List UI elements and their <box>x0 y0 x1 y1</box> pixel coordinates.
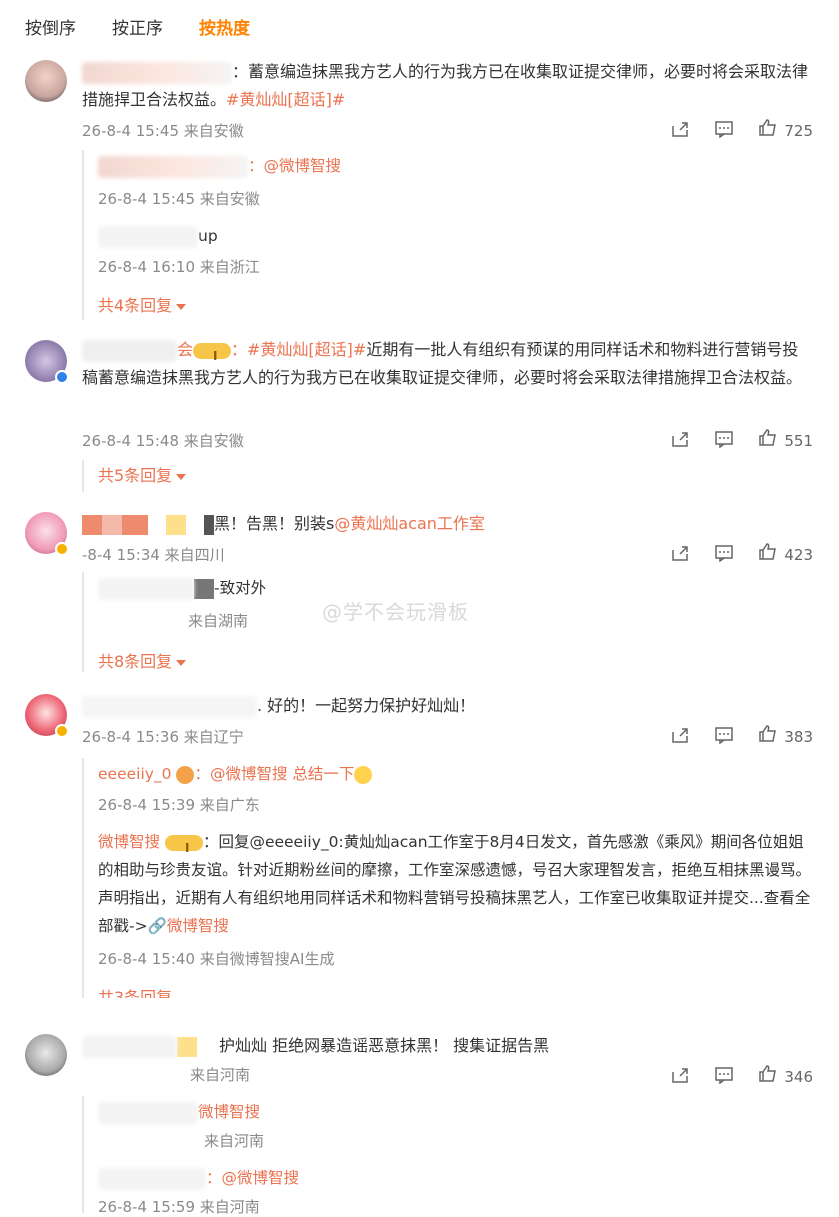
verified-badge-icon <box>55 724 69 738</box>
avatar[interactable] <box>25 60 67 102</box>
reply-meta: 26-8-4 15:59 来自河南 <box>98 1198 260 1216</box>
chevron-down-icon <box>176 303 187 310</box>
watermark: @学不会玩滑板 <box>322 600 469 624</box>
reply-item: up <box>98 222 813 250</box>
more-replies-link[interactable]: 共5条回复 <box>98 462 187 486</box>
comment-item: 会：#黄灿灿[超话]#近期有一批人有组织有预谋的用同样话术和物料进行营销号投稿蓄… <box>0 336 839 496</box>
share-icon[interactable] <box>670 430 690 448</box>
like-button[interactable]: 551 <box>758 428 813 450</box>
blurred-username[interactable] <box>82 61 232 84</box>
comment-icon[interactable] <box>714 430 734 449</box>
reply-meta: 26-8-4 16:10 来自浙江 <box>98 258 260 276</box>
like-button[interactable]: 346 <box>758 1064 813 1086</box>
thumbs-up-icon <box>758 724 778 742</box>
like-count: 346 <box>784 1068 813 1086</box>
blurred-username[interactable] <box>98 1101 198 1124</box>
share-icon[interactable] <box>670 544 690 562</box>
sort-tabs: 按倒序 按正序 按热度 <box>25 14 250 39</box>
tab-hot[interactable]: 按热度 <box>199 14 250 39</box>
like-count: 423 <box>784 546 813 564</box>
chevron-down-icon <box>176 659 187 666</box>
tab-forward-order[interactable]: 按正序 <box>112 14 163 39</box>
more-replies-link[interactable]: 共4条回复 <box>98 292 187 316</box>
comment-item: . 好的！一起努力保护好灿灿！ 26-8-4 15:36 来自辽宁 383 ee… <box>0 690 839 1010</box>
reply-box: 共5条回复 <box>82 460 813 492</box>
comment-item: 护灿灿 拒绝网暴造谣恶意抹黑！ 搜集证据告黑 来自河南 346 微博智搜 来自河… <box>0 1032 839 1216</box>
avatar[interactable] <box>25 1034 67 1076</box>
share-icon[interactable] <box>670 726 690 744</box>
comment-meta: 26-8-4 15:48 来自安徽 <box>82 432 244 450</box>
reply-box: eeeeiiy_0 ：@微博智搜 总结一下 26-8-4 15:39 来自广东 … <box>82 758 813 998</box>
thumbs-up-icon <box>758 542 778 560</box>
reply-meta: 26-8-4 15:40 来自微博智搜AI生成 <box>98 950 335 968</box>
comment-meta: 26-8-4 15:45 来自安徽 <box>82 122 244 140</box>
thumbs-up-icon <box>758 1064 778 1082</box>
reply-item: eeeeiiy_0 ：@微博智搜 总结一下 <box>98 760 813 788</box>
topic-tag[interactable]: #黄灿灿[超话]# <box>226 90 345 109</box>
comment-item: 黑！告黑！别装s@黄灿灿acan工作室 -8-4 15:34 来自四川 423 … <box>0 508 839 678</box>
comment-text: ：蓄意编造抹黑我方艺人的行为我方已在收集取证提交律师，必要时将会采取法律措施捍卫… <box>82 61 809 109</box>
blurred-username[interactable] <box>98 577 194 600</box>
blurred-username[interactable] <box>98 155 248 178</box>
blurred-username[interactable] <box>82 695 257 718</box>
reply-meta: 26-8-4 15:45 来自安徽 <box>98 190 260 208</box>
topic-tag[interactable]: ：#黄灿灿[超话]# <box>231 340 366 359</box>
comment-text: 黑！告黑！别装s@黄灿灿acan工作室 <box>82 510 813 538</box>
like-button[interactable]: 423 <box>758 542 813 564</box>
reply-box: 微博智搜 来自河南 ：@微博智搜 26-8-4 15:59 来自河南 <box>82 1096 813 1216</box>
smile-emoji-icon <box>354 765 373 784</box>
reply-meta: 来自河南 <box>204 1132 265 1150</box>
blurred-username[interactable] <box>82 1035 177 1058</box>
comment-text: 会：#黄灿灿[超话]#近期有一批人有组织有预谋的用同样话术和物料进行营销号投稿蓄… <box>82 336 813 392</box>
more-replies-link[interactable]: 共8条回复 <box>98 648 187 672</box>
mention-link[interactable]: @黄灿灿acan工作室 <box>334 514 485 533</box>
comment-meta: 来自河南 <box>190 1066 251 1084</box>
chevron-down-icon <box>176 473 187 480</box>
thumbs-up-icon <box>758 118 778 136</box>
reply-item: 微博智搜 ：回复@eeeeiiy_0:黄灿灿acan工作室于8月4日发文，首先感… <box>98 828 813 940</box>
comment-text: . 好的！一起努力保护好灿灿！ <box>82 692 813 720</box>
thumbs-up-icon <box>758 428 778 446</box>
tab-reverse-order[interactable]: 按倒序 <box>25 14 76 39</box>
comment-item: ：蓄意编造抹黑我方艺人的行为我方已在收集取证提交律师，必要时将会采取法律措施捍卫… <box>0 58 839 328</box>
verified-badge-icon <box>55 370 69 384</box>
comment-text: 护灿灿 拒绝网暴造谣恶意抹黑！ 搜集证据告黑 <box>82 1032 813 1060</box>
blurred-username[interactable] <box>82 339 177 362</box>
comment-icon[interactable] <box>714 544 734 563</box>
share-icon[interactable] <box>670 120 690 138</box>
comment-icon[interactable] <box>714 120 734 139</box>
reply-box: ：@微博智搜 26-8-4 15:45 来自安徽 up 26-8-4 16:10… <box>82 150 813 320</box>
link-icon: 🔗 <box>147 917 167 935</box>
crown-badge-icon <box>164 834 203 862</box>
comment-icon[interactable] <box>714 726 734 745</box>
crown-badge-icon <box>193 342 232 370</box>
comment-meta: -8-4 15:34 来自四川 <box>82 546 225 564</box>
like-count: 383 <box>784 728 813 746</box>
reply-meta: 26-8-4 15:39 来自广东 <box>98 796 260 814</box>
reply-item: ：@微博智搜 <box>98 1164 813 1192</box>
reply-item: 微博智搜 <box>98 1098 813 1126</box>
comment-icon[interactable] <box>714 1066 734 1085</box>
reply-meta: 来自湖南 <box>188 612 249 630</box>
like-button[interactable]: 383 <box>758 724 813 746</box>
blurred-username[interactable] <box>98 1167 206 1190</box>
share-icon[interactable] <box>670 1066 690 1084</box>
like-button[interactable]: 725 <box>758 118 813 140</box>
verified-badge-icon <box>55 542 69 556</box>
blurred-username[interactable] <box>98 225 198 248</box>
reply-item: ：@微博智搜 <box>98 152 813 180</box>
like-count: 551 <box>784 432 813 450</box>
more-replies-link[interactable]: 共3条回复 <box>98 984 172 998</box>
comment-meta: 26-8-4 15:36 来自辽宁 <box>82 728 244 746</box>
like-count: 725 <box>784 122 813 140</box>
crown-icon <box>176 765 195 784</box>
